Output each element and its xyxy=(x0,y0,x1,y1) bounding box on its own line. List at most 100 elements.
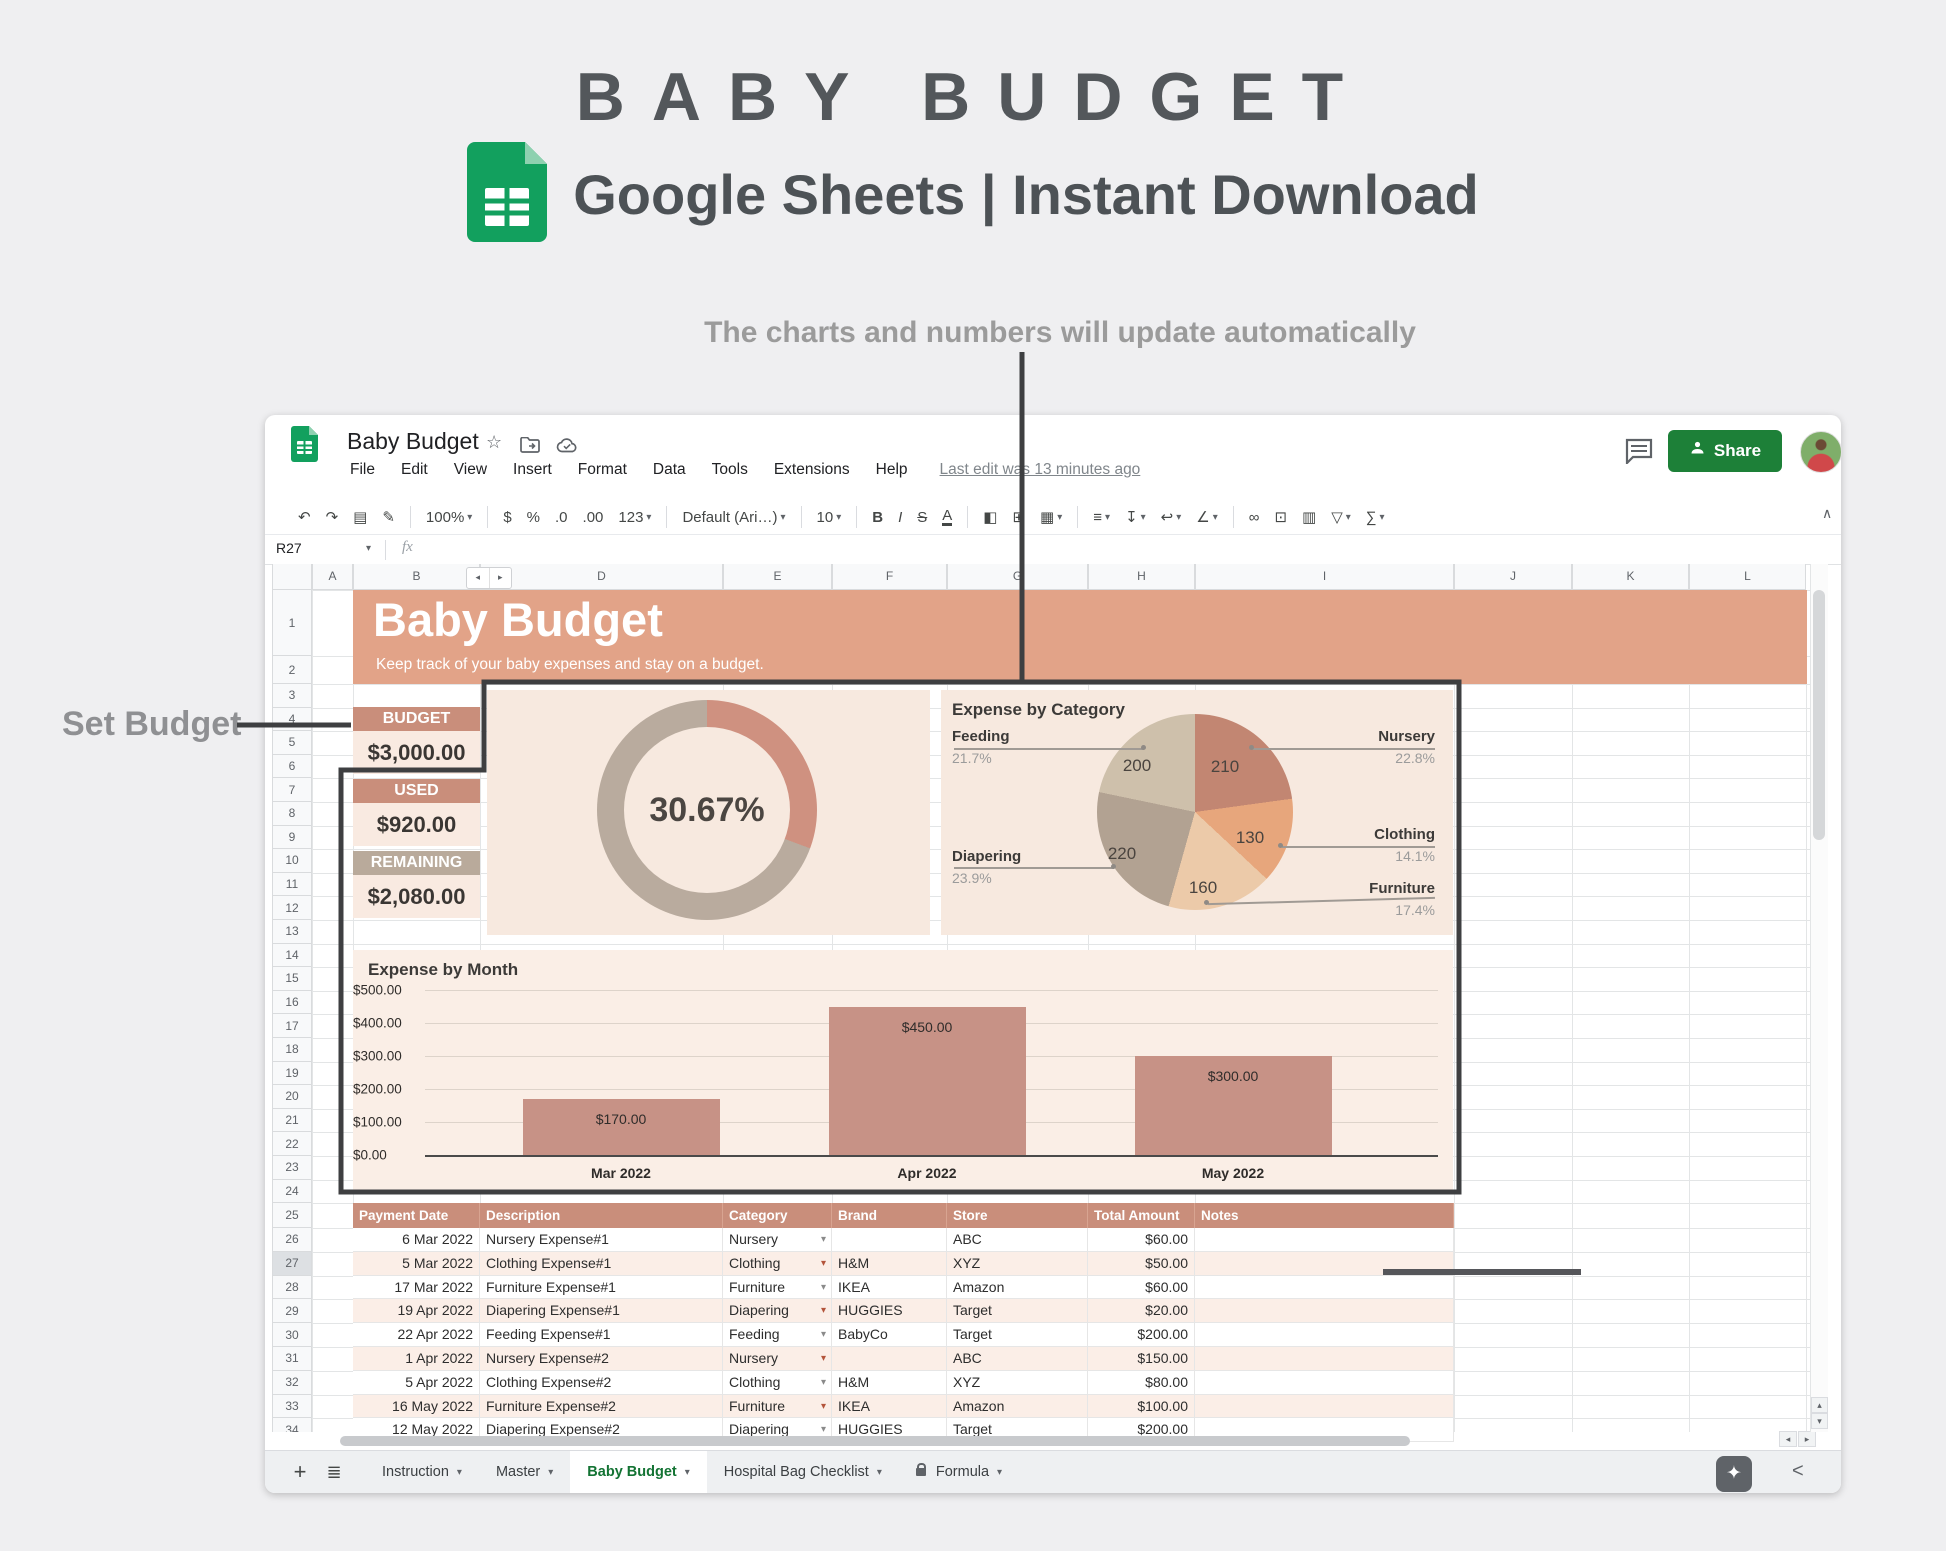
hide-panel-chevron-icon[interactable]: < xyxy=(1792,1460,1804,1483)
table-cell[interactable]: Amazon xyxy=(947,1276,1088,1300)
text-wrap-icon[interactable]: ↩▾ xyxy=(1161,508,1182,526)
table-cell[interactable]: Clothing▾ xyxy=(723,1252,832,1276)
row-header-4[interactable]: 4 xyxy=(272,708,312,732)
vertical-scrollbar-thumb[interactable] xyxy=(1813,590,1825,840)
menu-help[interactable]: Help xyxy=(876,461,908,479)
more-formats-icon[interactable]: 123▾ xyxy=(618,509,651,526)
table-cell[interactable]: H&M xyxy=(832,1252,947,1276)
table-cell[interactable]: Feeding Expense#1 xyxy=(480,1323,723,1347)
last-edit-link[interactable]: Last edit was 13 minutes ago xyxy=(940,461,1141,479)
table-header-notes[interactable]: Notes xyxy=(1195,1203,1454,1228)
table-cell[interactable]: XYZ xyxy=(947,1371,1088,1395)
decrease-decimals-icon[interactable]: .0 xyxy=(555,509,568,526)
category-dropdown-icon[interactable]: ▾ xyxy=(821,1299,826,1323)
table-cell[interactable] xyxy=(1195,1252,1454,1276)
format-percent-icon[interactable]: % xyxy=(527,509,540,526)
summary-value-budget[interactable]: $3,000.00 xyxy=(353,731,480,774)
insert-comment-icon[interactable]: ⊡ xyxy=(1274,508,1287,526)
row-header-8[interactable]: 8 xyxy=(272,802,312,826)
star-icon[interactable]: ☆ xyxy=(486,432,502,453)
scroll-down-icon[interactable]: ▾ xyxy=(1811,1413,1828,1429)
redo-icon[interactable]: ↷ xyxy=(326,508,339,526)
row-header-11[interactable]: 11 xyxy=(272,873,312,897)
table-cell[interactable]: Nursery Expense#1 xyxy=(480,1228,723,1252)
table-cell[interactable]: 22 Apr 2022 xyxy=(353,1323,480,1347)
scroll-left-icon[interactable]: ◂ xyxy=(1779,1431,1797,1447)
name-box-caret-icon[interactable]: ▾ xyxy=(366,543,371,554)
menu-data[interactable]: Data xyxy=(653,461,686,479)
expand-right-icon[interactable]: ▸ xyxy=(490,568,512,588)
merge-cells-icon[interactable]: ▦▾ xyxy=(1040,508,1062,526)
comment-history-icon[interactable] xyxy=(1625,438,1653,469)
table-cell[interactable] xyxy=(1195,1371,1454,1395)
table-cell[interactable]: $60.00 xyxy=(1088,1276,1195,1300)
column-header-G[interactable]: G xyxy=(947,564,1088,590)
table-cell[interactable]: IKEA xyxy=(832,1395,947,1419)
table-cell[interactable]: Nursery Expense#2 xyxy=(480,1347,723,1371)
all-sheets-icon[interactable]: ≣ xyxy=(317,1451,351,1493)
row-header-16[interactable]: 16 xyxy=(272,991,312,1015)
table-cell[interactable]: Nursery▾ xyxy=(723,1228,832,1252)
table-cell[interactable]: $20.00 xyxy=(1088,1299,1195,1323)
sheet-title-banner[interactable]: Baby Budget Keep track of your baby expe… xyxy=(353,590,1807,684)
expense-by-month-chart[interactable]: Expense by Month $0.00$100.00$200.00$300… xyxy=(353,950,1453,1190)
row-header-13[interactable]: 13 xyxy=(272,920,312,944)
strikethrough-icon[interactable]: S xyxy=(917,509,927,526)
table-cell[interactable]: H&M xyxy=(832,1371,947,1395)
row-header-14[interactable]: 14 xyxy=(272,944,312,968)
budget-used-donut-chart[interactable]: 30.67% xyxy=(487,690,930,935)
menu-tools[interactable]: Tools xyxy=(712,461,748,479)
font-size-select[interactable]: 10▾ xyxy=(817,509,842,526)
row-header-27[interactable]: 27 xyxy=(272,1252,312,1276)
table-cell[interactable]: $100.00 xyxy=(1088,1395,1195,1419)
table-cell[interactable] xyxy=(832,1228,947,1252)
menu-view[interactable]: View xyxy=(454,461,487,479)
category-dropdown-icon[interactable]: ▾ xyxy=(821,1252,826,1276)
row-header-18[interactable]: 18 xyxy=(272,1038,312,1062)
insert-link-icon[interactable]: ∞ xyxy=(1249,509,1260,526)
toolbar-collapse-icon[interactable]: ∧ xyxy=(1822,505,1832,522)
table-cell[interactable]: $60.00 xyxy=(1088,1228,1195,1252)
tab-hospital-bag-checklist[interactable]: Hospital Bag Checklist▾ xyxy=(707,1451,899,1493)
column-header-B[interactable]: B xyxy=(353,564,480,590)
tab-instruction[interactable]: Instruction▾ xyxy=(365,1451,479,1493)
table-cell[interactable]: Diapering Expense#1 xyxy=(480,1299,723,1323)
table-cell[interactable]: Clothing▾ xyxy=(723,1371,832,1395)
column-header-A[interactable]: A xyxy=(312,564,353,590)
column-header-L[interactable]: L xyxy=(1689,564,1806,590)
table-cell[interactable]: Target xyxy=(947,1323,1088,1347)
table-header-total-amount[interactable]: Total Amount xyxy=(1088,1203,1195,1228)
summary-value-used[interactable]: $920.00 xyxy=(353,803,480,846)
table-cell[interactable]: 6 Mar 2022 xyxy=(353,1228,480,1252)
table-cell[interactable]: ABC xyxy=(947,1228,1088,1252)
row-header-7[interactable]: 7 xyxy=(272,778,312,802)
table-header-brand[interactable]: Brand xyxy=(832,1203,947,1228)
table-cell[interactable]: HUGGIES xyxy=(832,1299,947,1323)
table-cell[interactable]: Amazon xyxy=(947,1395,1088,1419)
borders-icon[interactable]: ⊞ xyxy=(1012,508,1025,526)
fill-color-icon[interactable]: ◧ xyxy=(983,508,997,526)
table-cell[interactable]: 16 May 2022 xyxy=(353,1395,480,1419)
italic-icon[interactable]: I xyxy=(898,509,902,526)
row-header-29[interactable]: 29 xyxy=(272,1299,312,1323)
menu-edit[interactable]: Edit xyxy=(401,461,428,479)
row-header-1[interactable]: 1 xyxy=(272,590,312,656)
row-header-5[interactable]: 5 xyxy=(272,731,312,755)
row-header-23[interactable]: 23 xyxy=(272,1156,312,1180)
expand-left-icon[interactable]: ◂ xyxy=(467,568,490,588)
table-cell[interactable]: Target xyxy=(947,1299,1088,1323)
category-dropdown-icon[interactable]: ▾ xyxy=(821,1323,826,1347)
horizontal-scrollbar[interactable] xyxy=(340,1436,1410,1446)
cloud-status-icon[interactable] xyxy=(556,438,578,458)
row-header-3[interactable]: 3 xyxy=(272,684,312,708)
horizontal-align-icon[interactable]: ≡▾ xyxy=(1093,509,1110,526)
category-dropdown-icon[interactable]: ▾ xyxy=(821,1371,826,1395)
row-header-10[interactable]: 10 xyxy=(272,849,312,873)
menu-extensions[interactable]: Extensions xyxy=(774,461,850,479)
table-cell[interactable]: Furniture▾ xyxy=(723,1395,832,1419)
grid-corner[interactable] xyxy=(272,564,312,590)
print-icon[interactable]: ▤ xyxy=(353,508,367,526)
insert-chart-icon[interactable]: ▥ xyxy=(1302,508,1316,526)
row-header-17[interactable]: 17 xyxy=(272,1014,312,1038)
move-folder-icon[interactable] xyxy=(520,437,540,458)
